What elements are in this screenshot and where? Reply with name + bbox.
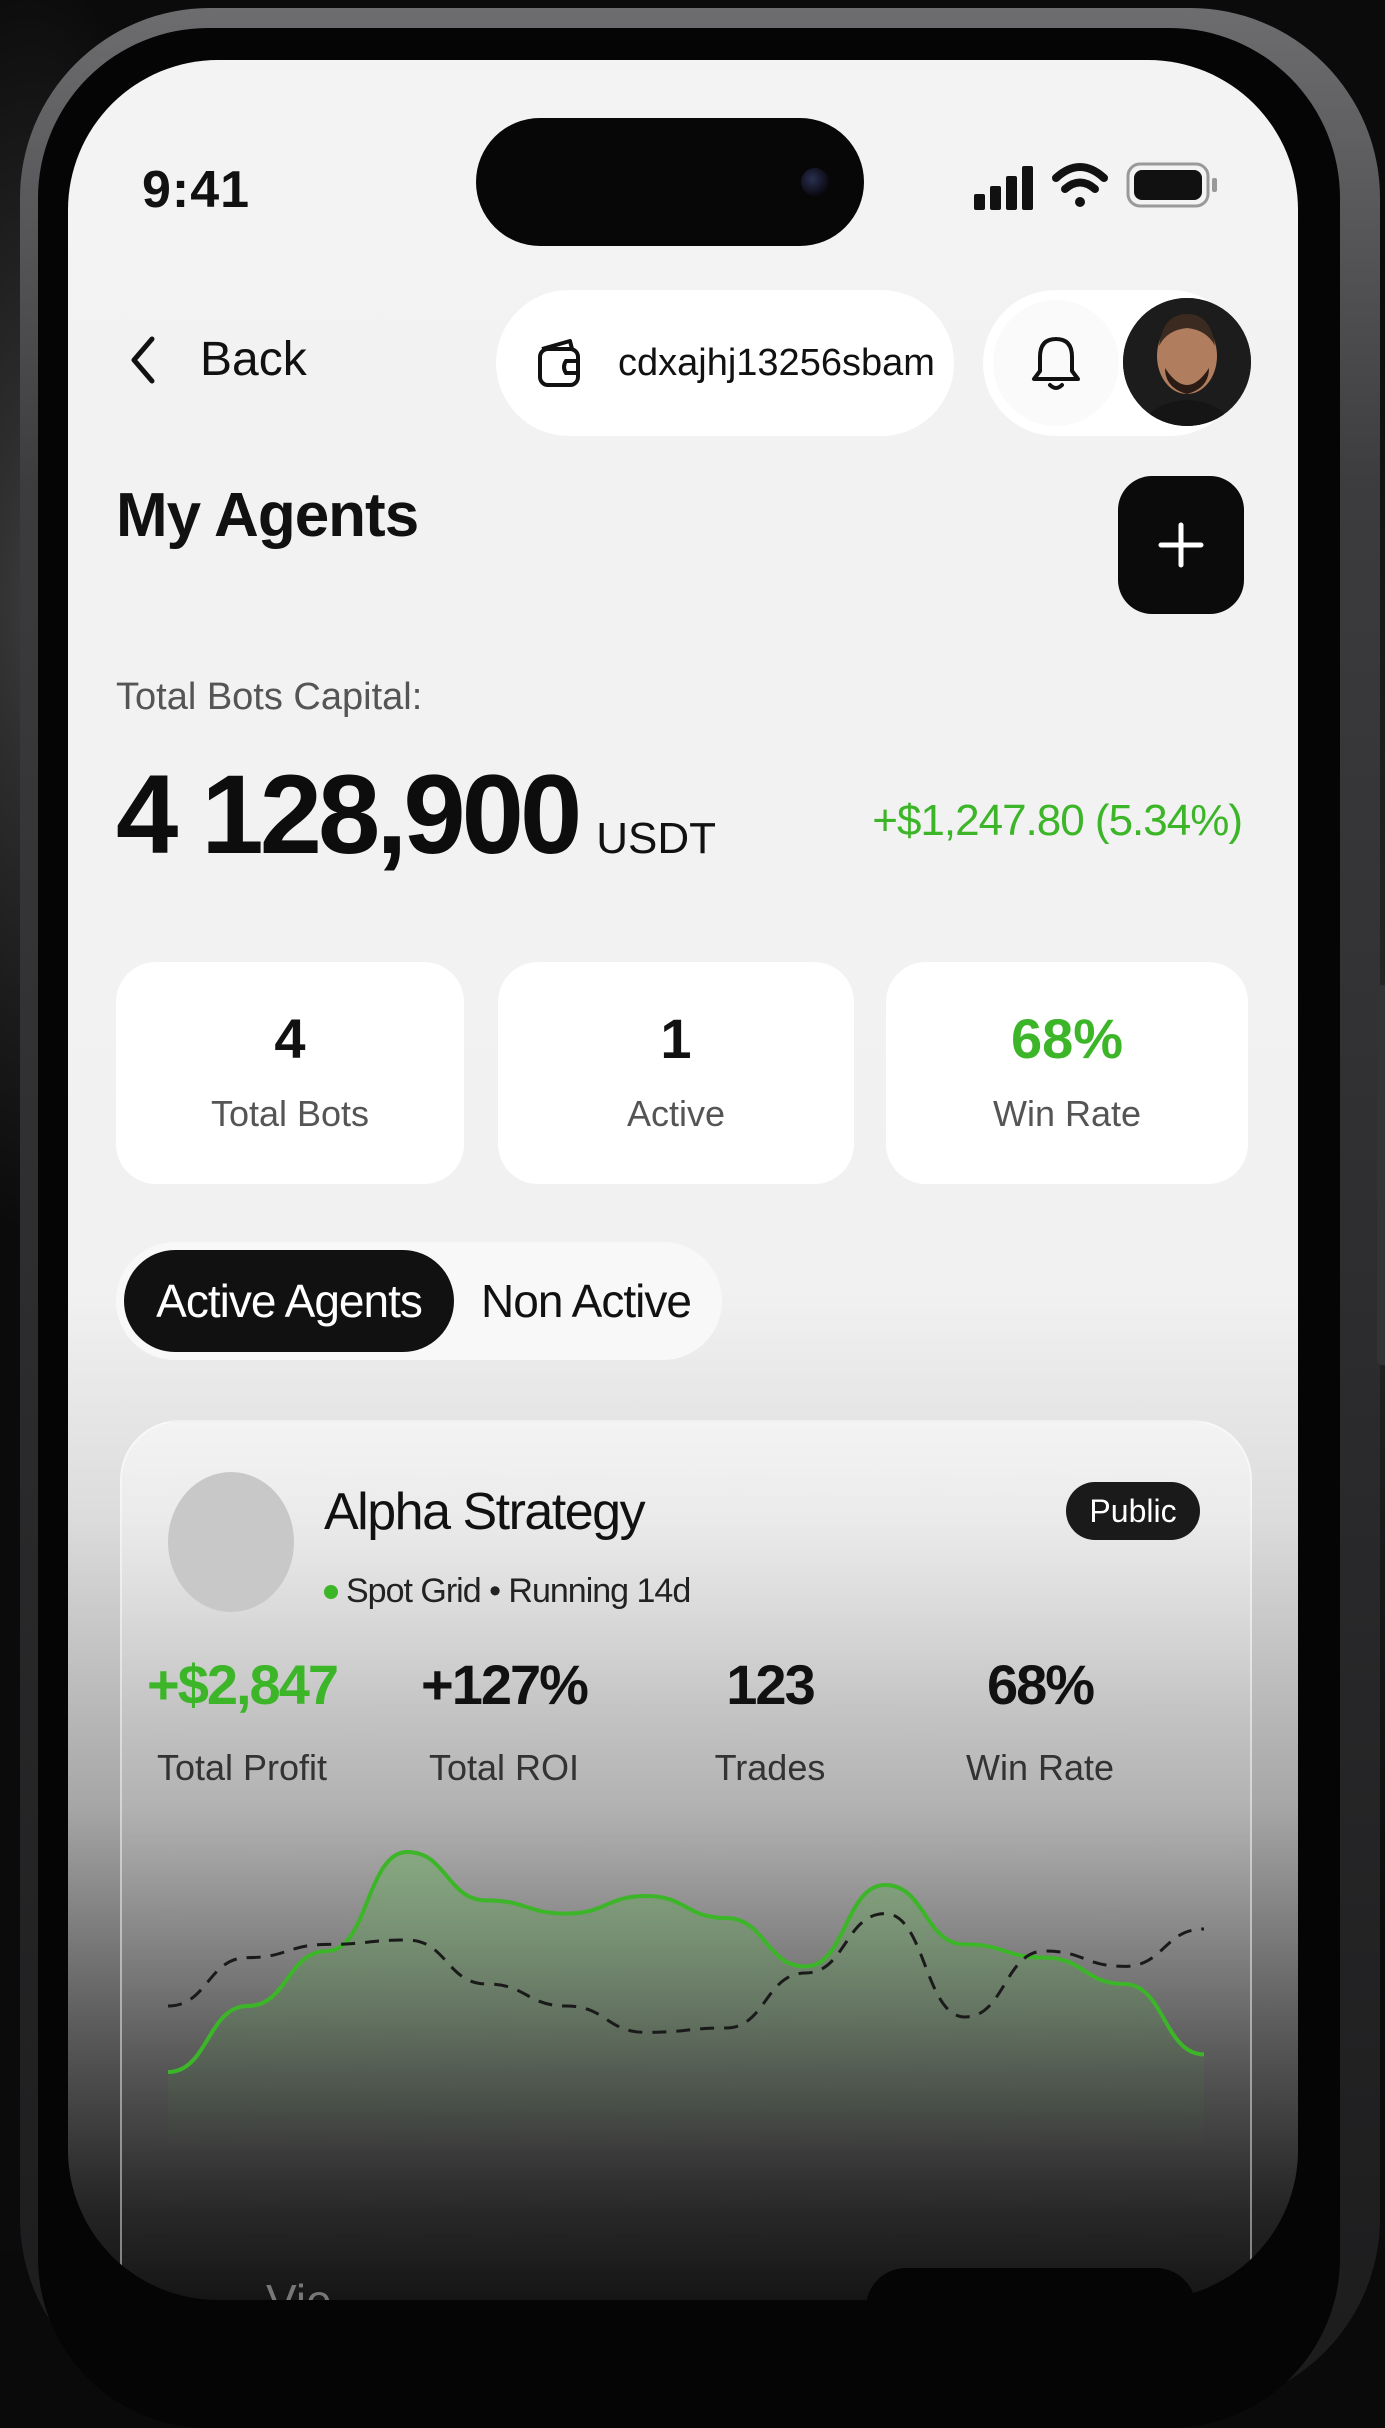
agent-name: Alpha Strategy	[324, 1483, 646, 1541]
metric-value: +127%	[421, 1653, 589, 1716]
chart-area-fill	[168, 1852, 1204, 2152]
back-label: Back	[200, 333, 307, 386]
stat-card-win-rate: 68% Win Rate	[886, 962, 1248, 1184]
bell-icon	[1032, 337, 1080, 390]
battery-icon	[1126, 162, 1217, 208]
metric-win-rate: 68% Win Rate	[920, 1652, 1160, 1789]
wallet-address: cdxajhj13256sbam	[618, 341, 935, 384]
plus-icon	[1158, 522, 1204, 568]
add-agent-button[interactable]	[1118, 476, 1244, 614]
front-camera	[801, 168, 829, 196]
wallet-icon	[538, 339, 580, 387]
stat-card-total-bots: 4 Total Bots	[116, 962, 464, 1184]
dynamic-island	[476, 118, 864, 246]
notification-button[interactable]	[993, 300, 1119, 426]
metric-label: Trades	[714, 1747, 826, 1788]
stat-card-active: 1 Active	[498, 962, 854, 1184]
metric-trades: 123 Trades	[650, 1652, 890, 1789]
capital-change: +$1,247.80 (5.34%)	[872, 796, 1243, 845]
capital-amount: 4 128,900	[116, 752, 582, 877]
agent-avatar	[168, 1472, 294, 1612]
stat-label: Total Bots	[210, 1093, 370, 1134]
stat-label: Active	[626, 1093, 726, 1134]
agent-meta-text: Spot Grid • Running 14d	[346, 1572, 691, 1610]
phone-side-button	[1377, 985, 1385, 1365]
back-button[interactable]: Back	[128, 332, 307, 387]
metric-value: 123	[726, 1653, 815, 1716]
avatar[interactable]	[1123, 298, 1251, 426]
stat-value: 4	[274, 1007, 306, 1070]
agent-tabs: Active Agents Non Active	[116, 1242, 722, 1360]
view-button-label[interactable]: Vie	[266, 2274, 332, 2300]
status-time: 9:41	[142, 161, 251, 219]
running-status-dot	[324, 1584, 338, 1599]
metric-label: Total ROI	[428, 1747, 580, 1788]
wifi-icon	[1052, 163, 1108, 207]
metric-label: Total Profit	[156, 1747, 328, 1788]
phone-screen: 9:41 Back cdxajhj13256sbam My Agents Tot…	[68, 60, 1298, 2300]
wallet-address-pill[interactable]: cdxajhj13256sbam	[496, 290, 954, 436]
stat-label: Win Rate	[992, 1093, 1142, 1134]
metric-value: 68%	[986, 1653, 1095, 1716]
tab-active-agents[interactable]: Active Agents	[124, 1250, 454, 1352]
chevron-left-icon	[131, 336, 155, 383]
bottom-action-button[interactable]	[866, 2268, 1196, 2300]
page-title: My Agents	[116, 481, 419, 550]
header: Back cdxajhj13256sbam	[68, 280, 1298, 436]
public-badge: Public	[1066, 1482, 1200, 1540]
metric-total-roi: +127% Total ROI	[384, 1652, 624, 1789]
stat-value: 68%	[1010, 1007, 1124, 1070]
performance-chart	[167, 1849, 1205, 2152]
agent-meta: Spot Grid • Running 14d	[324, 1572, 691, 1611]
capital-value: 4 128,900 USDT	[116, 750, 716, 879]
profile-pill	[983, 290, 1251, 436]
signal-icon	[974, 166, 1033, 210]
tab-non-active[interactable]: Non Active	[456, 1250, 716, 1352]
metric-label: Win Rate	[965, 1747, 1115, 1788]
status-icons	[968, 158, 1238, 214]
agent-card[interactable]: Alpha Strategy Spot Grid • Running 14d P…	[120, 1420, 1252, 2300]
metric-value: +$2,847	[147, 1653, 339, 1716]
capital-label: Total Bots Capital:	[116, 676, 423, 718]
metric-total-profit: +$2,847 Total Profit	[122, 1652, 362, 1789]
stat-value: 1	[660, 1007, 692, 1070]
capital-unit: USDT	[596, 814, 717, 863]
